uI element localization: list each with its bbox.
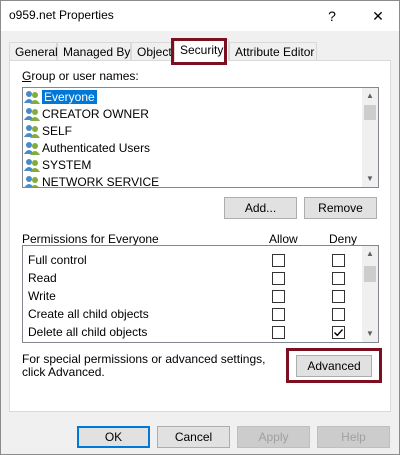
permission-row: Read <box>28 270 57 287</box>
tab-security[interactable]: Security <box>174 39 229 61</box>
list-item[interactable]: SELF <box>24 123 72 140</box>
ok-button[interactable]: OK <box>77 426 150 448</box>
allow-checkbox[interactable] <box>272 254 285 267</box>
permission-name: Delete all child objects <box>28 325 148 339</box>
tab-general[interactable]: General <box>9 42 58 60</box>
allow-checkbox[interactable] <box>272 272 285 285</box>
security-panel: Group or user names: Everyone CREATOR OW… <box>9 60 391 412</box>
deny-checkbox[interactable] <box>332 308 345 321</box>
permissions-list: Full control Read Write Create all child… <box>22 245 379 343</box>
add-button[interactable]: Add... <box>224 197 297 219</box>
list-item[interactable]: Authenticated Users <box>24 140 150 157</box>
allow-header: Allow <box>269 232 298 246</box>
list-item[interactable]: Everyone <box>24 89 98 106</box>
list-item[interactable]: CREATOR OWNER <box>24 106 149 123</box>
users-icon <box>24 141 40 155</box>
scroll-thumb[interactable] <box>364 266 376 282</box>
users-icon <box>24 158 40 172</box>
permission-row: Full control <box>28 252 87 269</box>
permission-row: Create all child objects <box>28 306 149 323</box>
permission-row: Write <box>28 288 56 305</box>
allow-checkbox[interactable] <box>272 308 285 321</box>
permission-row: Delete all child objects <box>28 324 147 341</box>
list-item-label: NETWORK SERVICE <box>42 175 160 188</box>
deny-checkbox-checked[interactable] <box>332 326 345 339</box>
list-item-label: CREATOR OWNER <box>42 107 149 121</box>
users-icon <box>24 124 40 138</box>
tab-managed-by[interactable]: Managed By <box>57 42 131 60</box>
scroll-thumb[interactable] <box>364 105 376 120</box>
users-icon <box>24 175 40 187</box>
deny-checkbox[interactable] <box>332 290 345 303</box>
apply-button[interactable]: Apply <box>237 426 310 448</box>
close-button[interactable]: ✕ <box>361 1 395 31</box>
tab-attribute-editor[interactable]: Attribute Editor <box>229 42 317 60</box>
group-user-list[interactable]: Everyone CREATOR OWNER SELF Authenticate… <box>22 87 379 188</box>
scroll-up-icon[interactable]: ▲ <box>362 246 378 262</box>
permissions-label: Permissions for Everyone <box>22 232 159 246</box>
list-item-label: Authenticated Users <box>42 141 151 155</box>
users-icon <box>24 107 40 121</box>
list-item-label: SYSTEM <box>42 158 92 172</box>
permission-name: Read <box>28 271 57 285</box>
list-item[interactable]: SYSTEM <box>24 157 91 174</box>
list-item-label: Everyone <box>41 89 98 105</box>
window-title: o959.net Properties <box>9 8 114 22</box>
permissions-scrollbar[interactable]: ▲ ▼ <box>362 246 378 342</box>
scroll-down-icon[interactable]: ▼ <box>362 326 378 342</box>
checkmark-icon <box>334 329 344 337</box>
list-item[interactable]: NETWORK SERVICE <box>24 174 160 188</box>
advanced-button[interactable]: Advanced <box>296 355 372 377</box>
permission-name: Write <box>28 289 56 303</box>
group-names-label: Group or user names: <box>22 69 139 83</box>
permission-name: Full control <box>28 253 87 267</box>
deny-checkbox[interactable] <box>332 254 345 267</box>
remove-button[interactable]: Remove <box>304 197 377 219</box>
allow-checkbox[interactable] <box>272 290 285 303</box>
advanced-help-text: For special permissions or advanced sett… <box>22 352 266 379</box>
properties-window: o959.net Properties ? ✕ General Managed … <box>0 0 400 455</box>
deny-checkbox[interactable] <box>332 272 345 285</box>
deny-header: Deny <box>329 232 358 246</box>
permission-name: Create all child objects <box>28 307 149 321</box>
title-bar: o959.net Properties ? ✕ <box>1 1 399 31</box>
help-button[interactable]: ? <box>315 1 349 31</box>
scroll-down-icon[interactable]: ▼ <box>362 171 378 187</box>
list-item-label: SELF <box>42 124 73 138</box>
scroll-up-icon[interactable]: ▲ <box>362 88 378 104</box>
group-list-scrollbar[interactable]: ▲ ▼ <box>362 88 378 187</box>
help-footer-button[interactable]: Help <box>317 426 390 448</box>
cancel-button[interactable]: Cancel <box>157 426 230 448</box>
users-icon <box>24 90 40 104</box>
allow-checkbox[interactable] <box>272 326 285 339</box>
tab-object[interactable]: Object <box>131 42 174 60</box>
